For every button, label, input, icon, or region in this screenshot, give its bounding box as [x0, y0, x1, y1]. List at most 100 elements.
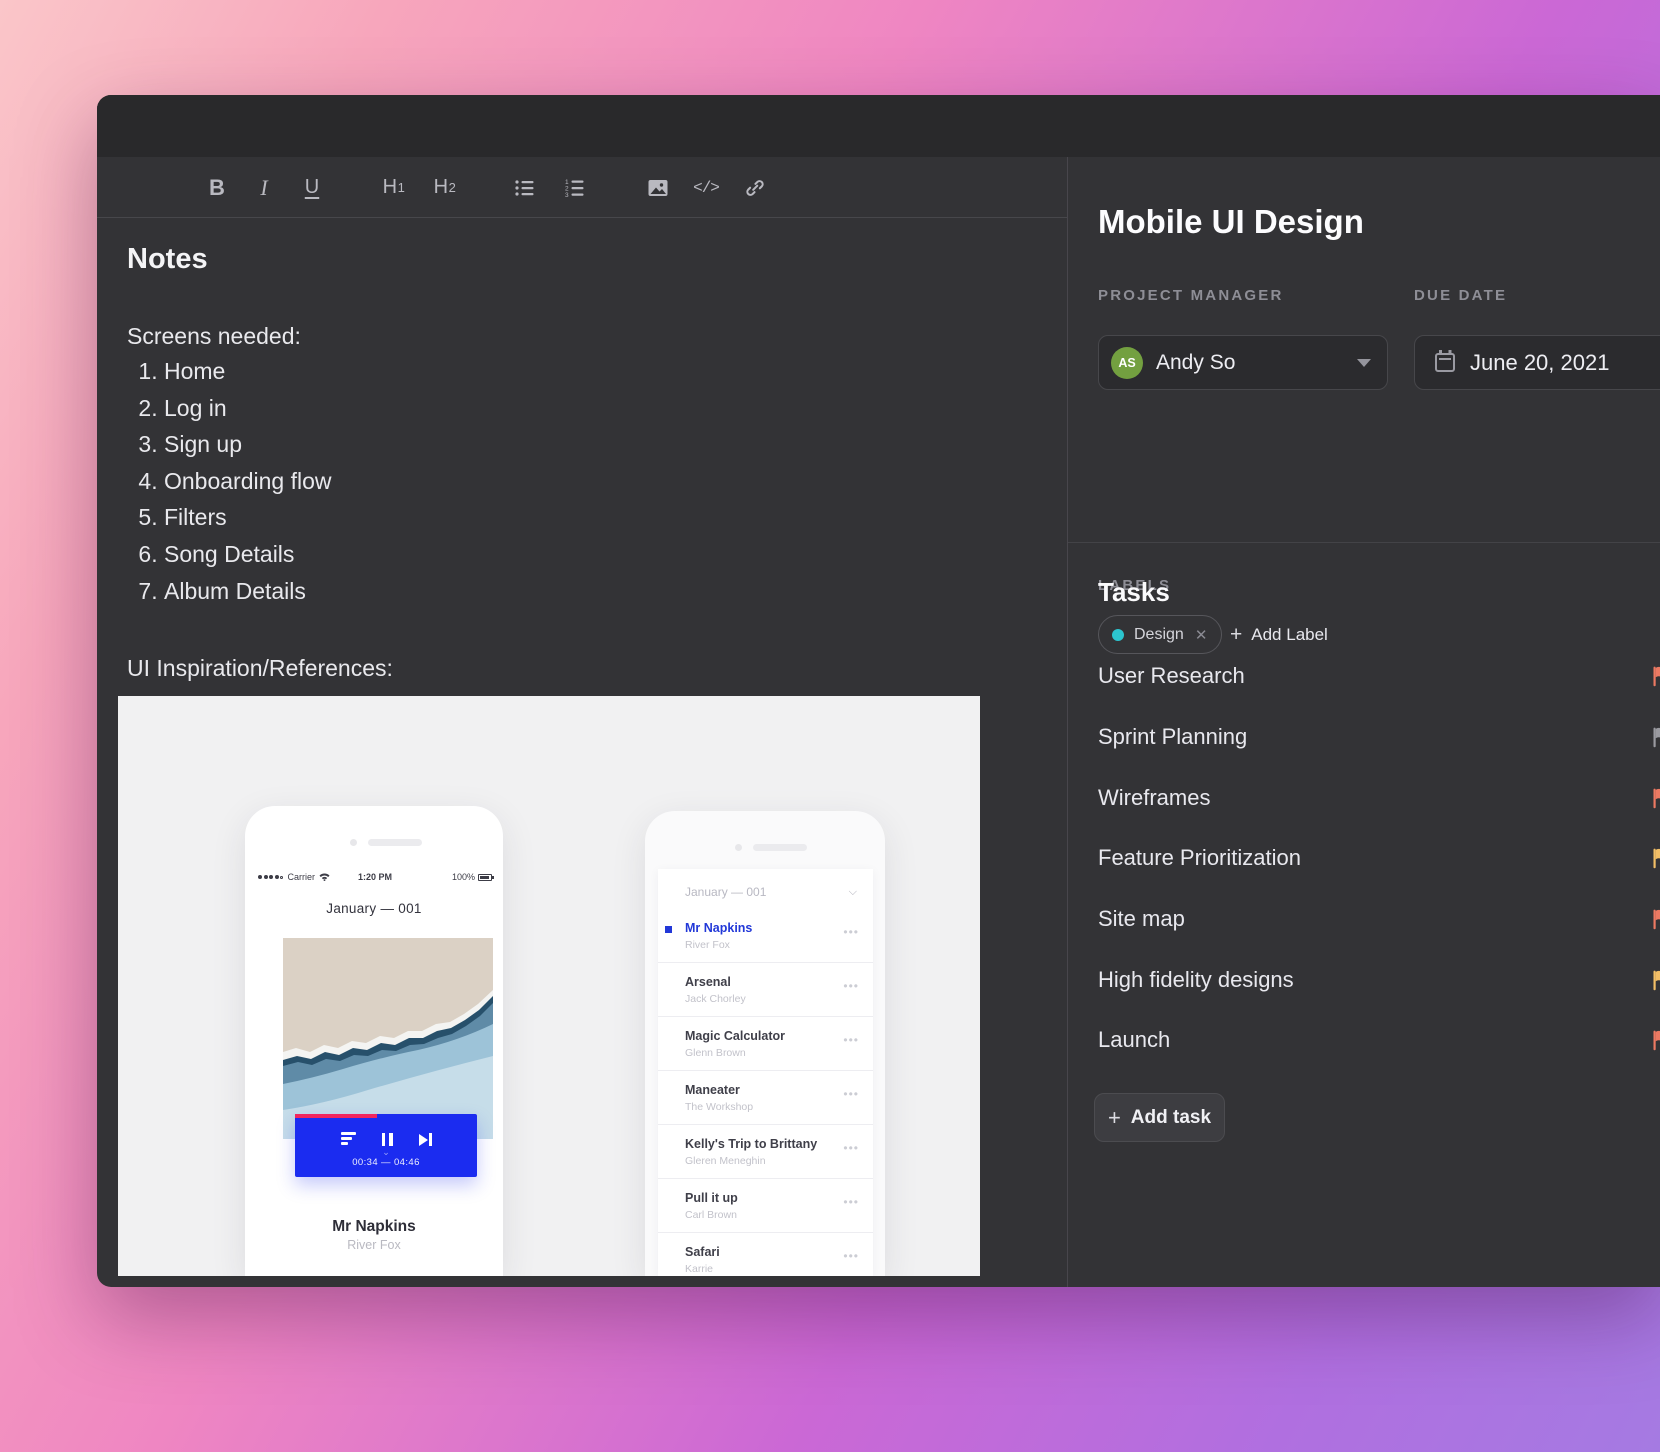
due-date-label: DUE DATE: [1414, 287, 1507, 304]
battery-icon: [478, 874, 492, 881]
remove-label-icon[interactable]: ✕: [1195, 626, 1208, 644]
task-list: User Research Sprint Planning Wireframes Fe…: [1068, 646, 1660, 1071]
priority-flag-icon: [1650, 665, 1660, 687]
task-title: Wireframes: [1098, 785, 1210, 811]
priority-flag-icon: [1650, 726, 1660, 748]
song-row: Maneater The Workshop•••: [658, 1071, 873, 1125]
song-title: Pull it up: [685, 1191, 857, 1205]
song-artist: River Fox: [685, 939, 857, 951]
priority-flag-icon: [1650, 1029, 1660, 1051]
next-track-icon[interactable]: [419, 1133, 432, 1146]
bullet-list-icon: [514, 177, 536, 199]
task-row[interactable]: User Research: [1068, 646, 1660, 707]
song-artist: Jack Chorley: [685, 993, 857, 1005]
task-row[interactable]: Wireframes: [1068, 767, 1660, 828]
phone-camera-dot: [350, 839, 357, 846]
section-divider: [1068, 542, 1660, 543]
task-row[interactable]: Feature Prioritization: [1068, 828, 1660, 889]
more-options-icon: •••: [843, 1033, 859, 1047]
priority-flag-icon: [1650, 908, 1660, 930]
more-options-icon: •••: [843, 979, 859, 993]
queue-icon[interactable]: [341, 1132, 356, 1147]
task-row[interactable]: Sprint Planning: [1068, 707, 1660, 768]
link-button[interactable]: [738, 157, 772, 218]
songlist-header: January — 001: [685, 885, 766, 899]
label-name: Design: [1134, 626, 1184, 644]
project-title: Mobile UI Design: [1098, 203, 1364, 241]
project-manager-name: Andy So: [1156, 351, 1235, 375]
task-title: Feature Prioritization: [1098, 845, 1301, 871]
song-title: Kelly's Trip to Brittany: [685, 1137, 857, 1151]
project-details-pane: Mobile UI Design PROJECT MANAGER DUE DAT…: [1067, 157, 1660, 1287]
phone-mockup-player: Carrier 1:20 PM 100% January — 001: [245, 806, 503, 1276]
screens-list-item: Album Details: [164, 573, 1067, 610]
song-artist: The Workshop: [685, 1101, 857, 1113]
song-title: Safari: [685, 1245, 857, 1259]
task-row[interactable]: Launch: [1068, 1010, 1660, 1071]
window-titlebar: [97, 95, 1660, 157]
due-date-picker[interactable]: June 20, 2021: [1414, 335, 1660, 390]
task-title: Launch: [1098, 1027, 1170, 1053]
inspiration-image: Carrier 1:20 PM 100% January — 001: [118, 696, 980, 1276]
add-task-button[interactable]: + Add task: [1094, 1093, 1225, 1142]
more-options-icon: •••: [843, 1141, 859, 1155]
project-manager-select[interactable]: AS Andy So: [1098, 335, 1388, 390]
link-icon: [744, 177, 766, 199]
plus-icon: +: [1230, 623, 1242, 647]
playlist-title: January — 001: [245, 901, 503, 916]
image-icon: [647, 177, 669, 199]
heading1-button[interactable]: H1: [377, 157, 411, 218]
notes-editor[interactable]: Notes Screens needed: HomeLog inSign upO…: [97, 218, 1067, 1287]
more-options-icon: •••: [843, 1087, 859, 1101]
task-title: User Research: [1098, 663, 1245, 689]
phone-speaker: [753, 844, 807, 851]
screens-list-item: Onboarding flow: [164, 463, 1067, 500]
current-song-artist: River Fox: [245, 1238, 503, 1252]
player-progress: [295, 1114, 377, 1118]
song-row: Pull it upCarl Brown•••: [658, 1179, 873, 1233]
editor-pane: B I U H1 H2 123 </> No: [97, 157, 1067, 1287]
bold-button[interactable]: B: [200, 157, 234, 218]
active-song-marker: [665, 926, 672, 933]
references-label: UI Inspiration/References:: [127, 655, 1067, 682]
svg-text:3: 3: [565, 192, 569, 199]
task-title: Site map: [1098, 906, 1185, 932]
screens-list-item: Log in: [164, 390, 1067, 427]
underline-button[interactable]: U: [295, 157, 329, 218]
calendar-icon: [1435, 353, 1455, 372]
app-window: B I U H1 H2 123 </> No: [97, 95, 1660, 1287]
avatar: AS: [1111, 347, 1143, 379]
code-button[interactable]: </>: [689, 157, 723, 218]
song-title: Arsenal: [685, 975, 857, 989]
numbered-list-button[interactable]: 123: [558, 157, 592, 218]
italic-button[interactable]: I: [247, 157, 281, 218]
heading2-button[interactable]: H2: [428, 157, 462, 218]
phone-speaker: [368, 839, 422, 846]
project-manager-label: PROJECT MANAGER: [1098, 287, 1284, 304]
song-row: Magic CalculatorGlenn Brown•••: [658, 1017, 873, 1071]
album-art: [283, 938, 493, 1139]
song-artist: Glenn Brown: [685, 1047, 857, 1059]
task-row[interactable]: Site map: [1068, 889, 1660, 950]
phone-camera-dot: [735, 844, 742, 851]
task-title: Sprint Planning: [1098, 724, 1247, 750]
phone-status-bar: Carrier 1:20 PM 100%: [258, 870, 492, 884]
music-player-bar: ⌄ 00:34 — 04:46: [295, 1114, 477, 1177]
priority-flag-icon: [1650, 847, 1660, 869]
priority-flag-icon: [1650, 787, 1660, 809]
screens-list-item: Sign up: [164, 426, 1067, 463]
insert-image-button[interactable]: [641, 157, 675, 218]
phone-mockup-songlist: January — 001 ⌵ Mr NapkinsRiver Fox•••Ar…: [645, 811, 885, 1276]
pause-icon[interactable]: [382, 1133, 393, 1146]
task-row[interactable]: High fidelity designs: [1068, 949, 1660, 1010]
chevron-down-icon: [1357, 359, 1371, 367]
song-title: Maneater: [685, 1083, 857, 1097]
song-row: Arsenal Jack Chorley•••: [658, 963, 873, 1017]
song-artist: Gleren Meneghin: [685, 1155, 857, 1167]
song-list-card: January — 001 ⌵ Mr NapkinsRiver Fox•••Ar…: [658, 869, 873, 1276]
label-color-dot: [1112, 629, 1124, 641]
task-title: High fidelity designs: [1098, 967, 1294, 993]
bullet-list-button[interactable]: [508, 157, 542, 218]
more-options-icon: •••: [843, 1249, 859, 1263]
song-artist: Carl Brown: [685, 1209, 857, 1221]
